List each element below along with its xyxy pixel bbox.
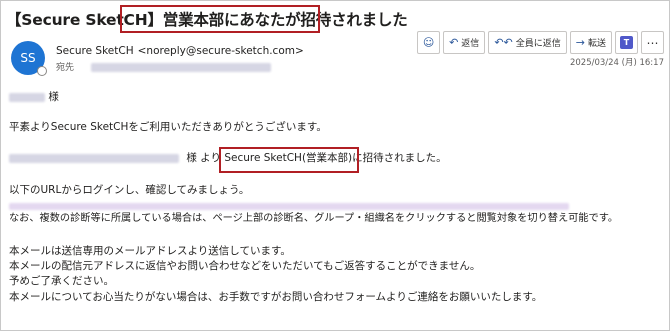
sent-date: 2025/03/24 (月) 16:17	[569, 58, 664, 68]
teams-icon: T	[620, 36, 633, 49]
emoji-reaction-button[interactable]: ☺	[417, 31, 441, 54]
reply-button[interactable]: ↶ 返信	[443, 31, 486, 54]
forward-button[interactable]: → 転送	[569, 31, 612, 54]
forward-icon: →	[575, 36, 585, 49]
more-actions-button[interactable]: ⋯	[641, 31, 664, 54]
subject-prefix: 【Secure SketCH】	[6, 11, 163, 29]
body-line-4: なお、複数の診断等に所属している場合は、ページ上部の診断名、グループ・組織名をク…	[9, 213, 619, 224]
subject-highlight: 営業本部にあなたが招待されました	[162, 11, 408, 29]
recipient-line: 宛先	[56, 60, 271, 73]
greeting-line: 様	[9, 90, 59, 104]
teams-button[interactable]: T	[615, 31, 638, 54]
message-toolbar: ☺ ↶ 返信 ↶↶ 全員に返信 → 転送 T ⋯	[417, 31, 664, 54]
reply-all-label: 全員に返信	[515, 39, 561, 49]
inviter-email-redacted	[9, 153, 179, 163]
invite-end: に招待されました。	[352, 152, 447, 164]
login-url-redacted[interactable]	[9, 202, 569, 210]
sender-name[interactable]: Secure SketCH	[56, 45, 134, 57]
more-icon: ⋯	[646, 35, 659, 50]
invite-mid: 様 より	[186, 152, 221, 164]
email-subject: 【Secure SketCH】営業本部にあなたが招待されました	[6, 8, 408, 30]
notice-line-1: 本メールは送信専用のメールアドレスより送信しています。	[9, 245, 291, 257]
invite-line: 様 より Secure SketCH(営業本部)に招待されました。	[9, 151, 447, 165]
notice-line-2: 本メールの配信元アドレスに返信やお問い合わせなどをいただいてもご返答することがで…	[9, 260, 481, 272]
notice-line-3: 予めご了承ください。	[9, 275, 114, 287]
body-line-3: 以下のURLからログインし、確認してみましょう。	[9, 184, 250, 196]
body-line-1: 平素よりSecure SketCHをご利用いただきありがとうございます。	[9, 121, 327, 133]
reply-label: 返信	[461, 39, 480, 49]
reply-icon: ↶	[449, 36, 459, 49]
reply-all-icon: ↶↶	[494, 36, 513, 49]
sender-email[interactable]: <noreply@secure-sketch.com>	[138, 45, 304, 57]
recipient-redacted	[90, 63, 271, 72]
login-url-redacted-row	[9, 199, 569, 213]
smiley-icon: ☺	[422, 36, 435, 49]
sender-line: Secure SketCH <noreply@secure-sketch.com>	[56, 45, 304, 57]
recipient-name-redacted	[9, 92, 45, 102]
notice-line-4: 本メールについてお心当たりがない場合は、お手数ですがお問い合わせフォームよりご連…	[9, 291, 543, 303]
presence-indicator	[37, 66, 47, 76]
reply-all-button[interactable]: ↶↶ 全員に返信	[488, 31, 567, 54]
forward-label: 転送	[587, 39, 606, 49]
greeting-suffix: 様	[48, 91, 59, 103]
to-label: 宛先	[56, 63, 75, 73]
invite-highlight: Secure SketCH(営業本部)	[224, 152, 353, 164]
